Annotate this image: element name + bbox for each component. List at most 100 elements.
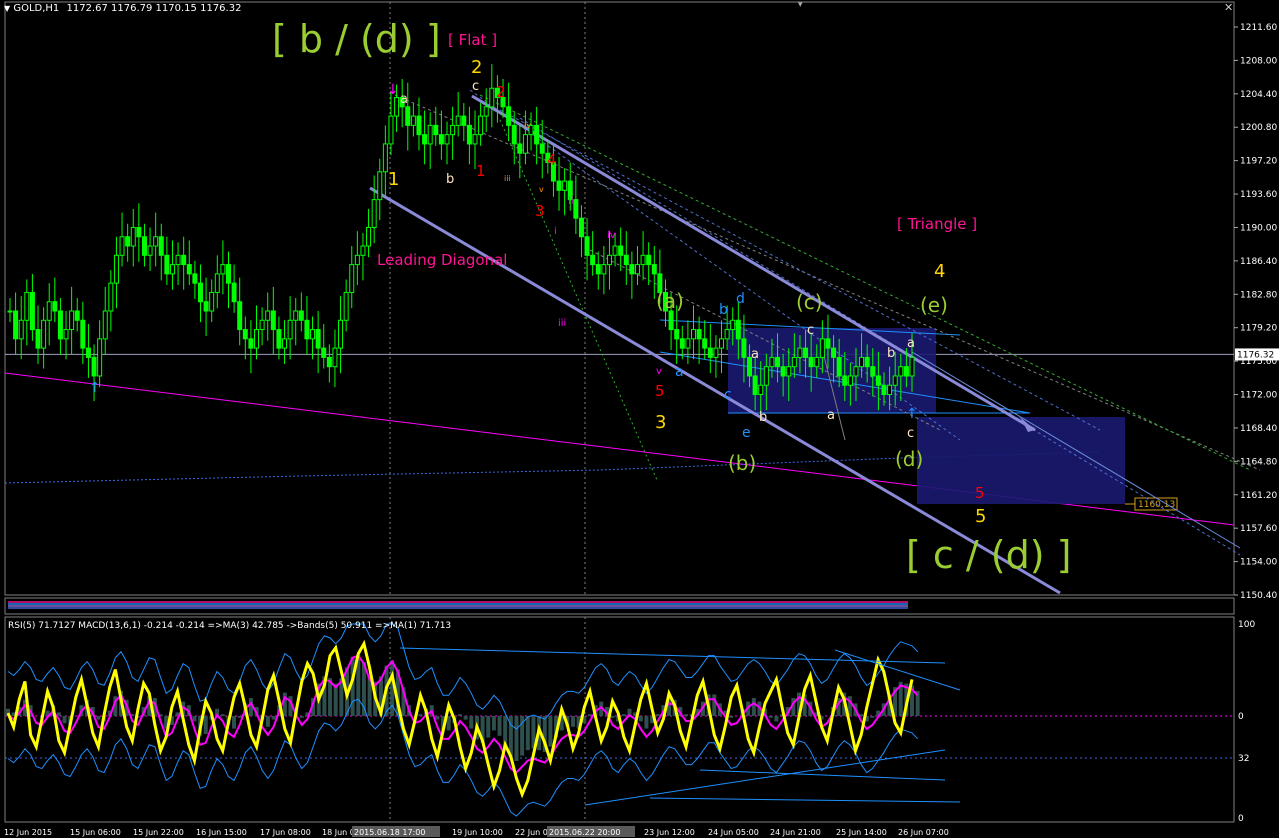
- candle-body: [282, 338, 288, 349]
- candle-body: [405, 106, 411, 126]
- candle-body: [422, 134, 428, 145]
- wave-label-magenta: iv: [607, 230, 616, 241]
- wave-label-blue: c: [724, 387, 732, 403]
- candle-body: [724, 329, 730, 340]
- candle-body: [220, 264, 226, 275]
- y-tick-label: 1182.80: [1240, 290, 1277, 300]
- chart-header: ▼ GOLD,H1 1172.67 1176.79 1170.15 1176.3…: [4, 3, 241, 14]
- wave-label-white: a: [400, 92, 408, 107]
- candle-body: [646, 254, 652, 266]
- candle-body: [517, 143, 523, 154]
- menu-triangle-icon[interactable]: ▼: [4, 4, 10, 13]
- candle-body: [377, 171, 383, 201]
- wave-label-white: a: [907, 336, 915, 351]
- candle-body: [601, 264, 607, 275]
- candle-body: [7, 310, 13, 313]
- y-tick-label: 1204.40: [1240, 90, 1277, 100]
- gold-h1-chart[interactable]: 1211.60 1208.00 1204.40 1200.80 1197.20 1193.…: [0, 0, 1279, 838]
- candle-body: [752, 375, 758, 396]
- candle-body: [903, 366, 909, 377]
- close-icon[interactable]: ✕: [1224, 1, 1233, 14]
- candle-body: [668, 310, 674, 331]
- wave-label-blue: b: [719, 302, 728, 318]
- candle-body: [164, 254, 170, 275]
- candle-body: [679, 338, 685, 349]
- x-tick-label: 12 Jun 2015: [4, 828, 52, 837]
- candle-body: [478, 115, 484, 136]
- settings-icon[interactable]: ▾: [798, 0, 803, 10]
- candle-body: [618, 245, 624, 256]
- candle-body: [472, 134, 478, 145]
- candle-body: [186, 264, 192, 275]
- candle-body: [819, 338, 825, 358]
- indicator-y-tick: 32: [1238, 754, 1249, 764]
- wave-label-green: (d): [895, 447, 923, 471]
- candle-body: [237, 301, 243, 331]
- chart-svg[interactable]: 1211.60 1208.00 1204.40 1200.80 1197.20 1193.…: [0, 0, 1279, 838]
- wave-label-magenta: iii: [558, 318, 566, 329]
- candle-body: [248, 338, 254, 349]
- candle-body: [578, 217, 584, 238]
- y-tick-label: 1150.40: [1240, 591, 1277, 601]
- main-panel-border: [4, 1, 1235, 596]
- candle-body: [455, 115, 461, 126]
- x-tick-label: 17 Jun 08:00: [260, 828, 311, 837]
- candle-body: [758, 384, 764, 396]
- blue-arrow-icon: ↑: [89, 380, 101, 396]
- x-highlight-label: 2015.06.18 17:00: [354, 828, 425, 837]
- pattern-label-flat: [ Flat ]: [448, 31, 497, 49]
- candle-body: [573, 199, 579, 219]
- y-tick-label: 1211.60: [1240, 23, 1277, 33]
- wave-label-white: a: [751, 347, 759, 362]
- candle-body: [214, 273, 220, 293]
- candle-body: [534, 124, 540, 145]
- candle-body: [461, 115, 467, 126]
- candle-body: [276, 329, 282, 349]
- candle-body: [382, 143, 388, 173]
- candle-body: [808, 356, 814, 368]
- wave-label-b-d: [ b / (d) ]: [272, 17, 441, 61]
- candle-body: [640, 254, 646, 266]
- candle-body: [153, 236, 159, 247]
- candle-body: [321, 347, 327, 358]
- symbol-label: GOLD,H1: [13, 3, 60, 14]
- wave-label-yellow: 1: [388, 169, 399, 190]
- target-price-label: 1160.13: [1138, 500, 1175, 510]
- guide-dashed-line: [469, 89, 961, 441]
- candle-body: [410, 115, 416, 126]
- x-tick-label: 16 Jun 15:00: [196, 828, 247, 837]
- candle-body: [192, 273, 198, 284]
- wave-label-magenta: ii: [568, 196, 574, 207]
- y-tick-label: 1157.60: [1240, 524, 1277, 534]
- wave-label-green: (c): [796, 290, 823, 314]
- candle-body: [466, 124, 472, 145]
- wave-label-blue: e: [742, 425, 751, 441]
- wave-label-white: c: [472, 79, 479, 94]
- wave-label-magenta: i: [554, 226, 557, 237]
- candle-body: [489, 87, 495, 108]
- pattern-label-leading-diagonal: Leading Diagonal: [377, 251, 507, 269]
- candle-body: [181, 254, 187, 266]
- candle-body: [332, 347, 338, 368]
- candle-body: [52, 301, 58, 312]
- candle-body: [696, 329, 702, 340]
- candle-body: [909, 356, 915, 377]
- candle-body: [730, 319, 736, 331]
- candle-body: [651, 264, 657, 275]
- candle-body: [371, 199, 377, 228]
- candle-body: [108, 282, 114, 312]
- x-tick-label: 15 Jun 22:00: [133, 828, 184, 837]
- candle-body: [707, 347, 713, 358]
- y-tick-label: 1154.00: [1240, 558, 1277, 568]
- candle-body: [158, 236, 164, 256]
- candle-body: [887, 384, 893, 396]
- candle-body: [803, 347, 809, 358]
- candle-body: [836, 356, 842, 377]
- candle-body: [388, 115, 394, 145]
- blue-arrow-icon: ↑: [906, 406, 918, 422]
- candle-body: [270, 310, 276, 331]
- candle-body: [136, 226, 142, 238]
- candle-body: [881, 384, 887, 396]
- candle-body: [113, 254, 119, 284]
- wave-label-red: 5: [975, 484, 985, 502]
